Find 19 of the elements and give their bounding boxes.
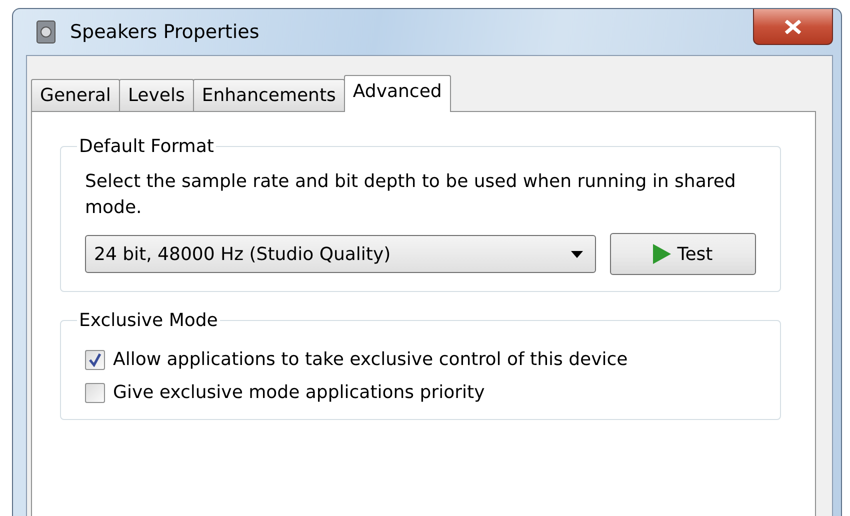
speaker-icon: [36, 20, 56, 44]
checkbox-label: Allow applications to take exclusive control of this device: [113, 349, 628, 370]
checkbox[interactable]: [85, 382, 105, 402]
tab[interactable]: Enhancements: [192, 79, 345, 111]
group-title: Exclusive Mode: [78, 310, 219, 331]
tab[interactable]: Advanced: [344, 75, 451, 112]
test-button[interactable]: Test: [610, 233, 756, 275]
play-icon: [653, 244, 672, 264]
caret-icon: [571, 250, 583, 258]
window-title: Speakers Properties: [70, 21, 260, 43]
checkbox-label: Give exclusive mode applications priority: [113, 382, 485, 403]
format-dropdown[interactable]: 24 bit, 48000 Hz (Studio Quality): [85, 235, 596, 273]
tab[interactable]: General: [31, 79, 120, 111]
checkbox[interactable]: [85, 350, 105, 370]
close-button[interactable]: [753, 9, 833, 45]
close-icon: [784, 20, 802, 34]
description-text: Select the sample rate and bit depth to be used when running in shared mode.: [85, 170, 737, 220]
tab[interactable]: Levels: [118, 79, 194, 111]
group-title: Default Format: [78, 136, 215, 157]
